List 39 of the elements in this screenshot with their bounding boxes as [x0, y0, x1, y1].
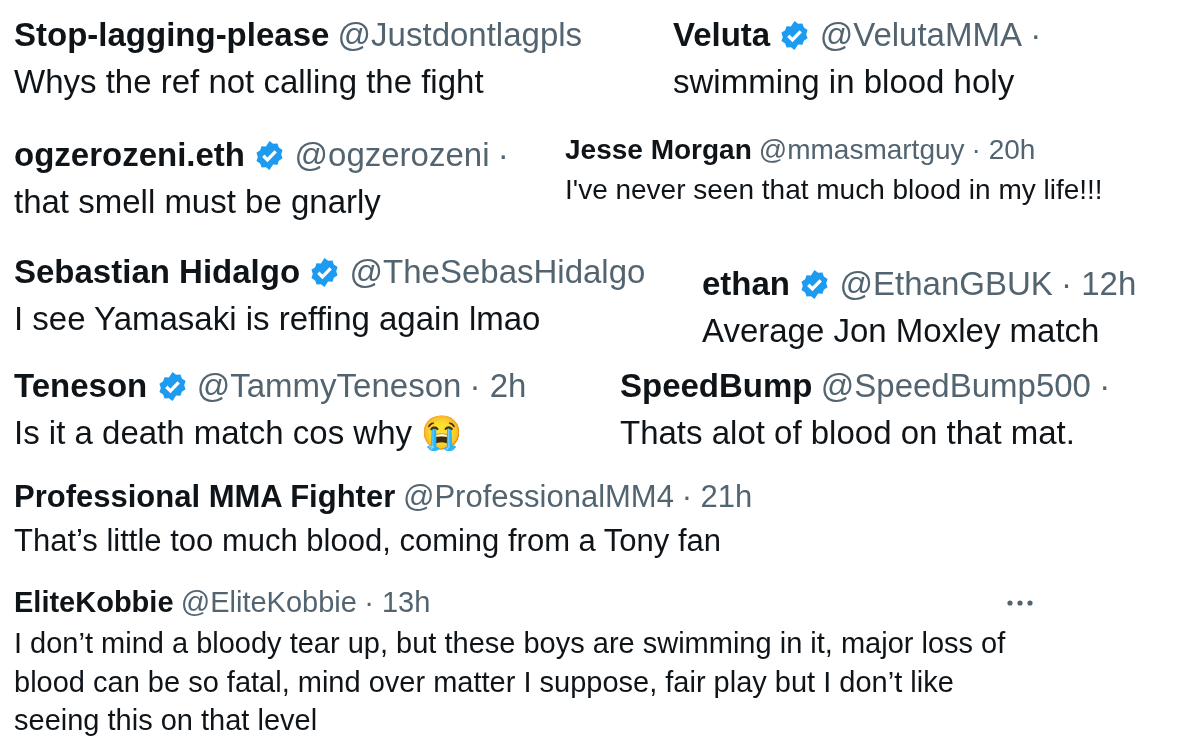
user-name[interactable]: Sebastian Hidalgo	[14, 251, 301, 294]
post-text: I don’t mind a bloody tear up, but these boys are swimming in it, major loss of blood can be so fatal, mind over matter I suppose, fair play but I don’t like seeing this on that level	[14, 626, 1007, 739]
user-name[interactable]: Jesse Morgan	[565, 132, 752, 169]
post-time: ·	[497, 135, 509, 175]
user-name[interactable]: ethan	[702, 263, 790, 306]
user-handle[interactable]: @ProfessionalMM4	[402, 477, 674, 518]
user-name[interactable]: Stop-lagging-please	[14, 14, 330, 57]
user-handle[interactable]: @Justdontlagpls	[337, 14, 583, 57]
post-text: Whys the ref not calling the fight	[14, 61, 485, 102]
post-time: · 2h	[469, 366, 527, 406]
post-time: · 12h	[1061, 264, 1137, 304]
post-time: ·	[1030, 15, 1042, 55]
user-handle[interactable]: @VelutaMMA	[819, 14, 1022, 57]
user-name[interactable]: SpeedBump	[620, 365, 813, 408]
post-text: Average Jon Moxley match	[702, 310, 1101, 351]
user-name[interactable]: ogzerozeni.eth	[14, 134, 246, 177]
user-handle[interactable]: @TheSebasHidalgo	[349, 251, 646, 294]
post-time: · 20h	[971, 133, 1036, 167]
user-name[interactable]: EliteKobbie	[14, 584, 174, 622]
post-time: · 13h	[364, 585, 431, 620]
post-text: that smell must be gnarly	[14, 181, 382, 222]
user-handle[interactable]: @ogzerozeni	[294, 134, 490, 177]
more-icon[interactable]	[1006, 598, 1034, 607]
user-handle[interactable]: @EliteKobbie	[180, 584, 357, 622]
user-handle[interactable]: @TammyTeneson	[196, 365, 462, 408]
user-handle[interactable]: @mmasmartguy	[758, 132, 965, 169]
post-text: swimming in blood holy	[673, 61, 1016, 102]
user-name[interactable]: Veluta	[673, 14, 771, 57]
post-time: ·	[1099, 366, 1111, 406]
user-handle[interactable]: @EthanGBUK	[839, 263, 1053, 306]
post-text: Is it a death match cos why 😭	[14, 412, 464, 453]
user-handle[interactable]: @SpeedBump500	[820, 365, 1091, 408]
post-text: I've never seen that much blood in my life!!!	[565, 172, 1103, 207]
post-text: That’s little too much blood, coming from a Tony fan	[14, 521, 723, 560]
user-name[interactable]: Teneson	[14, 365, 148, 408]
post-time: · 21h	[681, 478, 753, 516]
post-text: I see Yamasaki is reffing again lmao	[14, 298, 542, 339]
user-name[interactable]: Professional MMA Fighter	[14, 477, 396, 518]
post-text: Thats alot of blood on that mat.	[620, 412, 1076, 453]
